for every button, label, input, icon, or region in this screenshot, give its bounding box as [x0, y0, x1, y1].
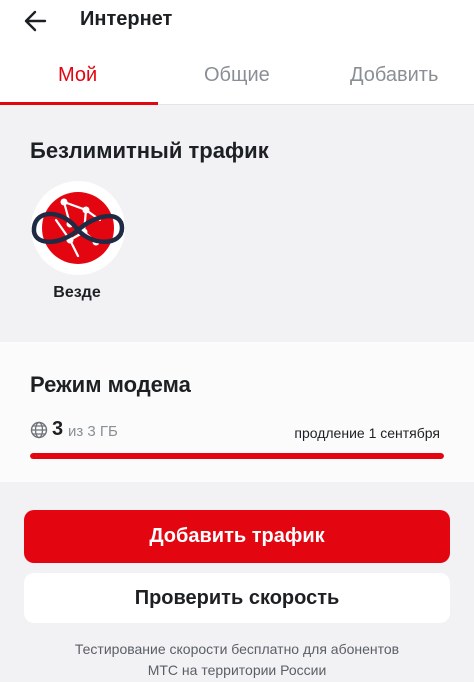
modem-mode-section: Режим модема 3 из 3 ГБ продление 1 сентя… [0, 342, 474, 482]
modem-usage-row: 3 из 3 ГБ продление 1 сентября [30, 418, 444, 444]
modem-usage-progress-bar [30, 453, 444, 459]
tab-my[interactable]: Мой [58, 64, 97, 87]
tab-add[interactable]: Добавить [350, 64, 438, 87]
progress-fill [30, 453, 444, 459]
page-title: Интернет [80, 8, 173, 30]
back-button[interactable] [18, 6, 52, 36]
tab-bar: Мой Общие Добавить [0, 44, 474, 105]
arrow-left-icon [24, 10, 47, 32]
speed-test-disclaimer: Тестирование скорости бесплатно для абон… [74, 641, 400, 678]
top-bar: Интернет [0, 0, 474, 44]
add-traffic-button[interactable]: Добавить трафик [24, 510, 450, 563]
used-amount: 3 [52, 418, 64, 440]
unlimited-traffic-section: Безлимитный трафик Везде [0, 106, 474, 340]
everywhere-option[interactable] [30, 180, 126, 276]
actions-section: Добавить трафик Проверить скорость Тести… [0, 484, 474, 682]
modem-mode-title: Режим модема [30, 372, 191, 397]
unlimited-traffic-title: Безлимитный трафик [30, 138, 269, 163]
tab-shared[interactable]: Общие [204, 64, 270, 87]
everywhere-globe-logo [31, 181, 125, 275]
active-tab-indicator [0, 102, 158, 105]
renewal-date: продление 1 сентября [294, 425, 440, 441]
globe-icon [30, 421, 48, 439]
total-amount: из 3 ГБ [68, 423, 118, 440]
everywhere-label: Везде [53, 284, 101, 301]
check-speed-button[interactable]: Проверить скорость [24, 573, 450, 623]
